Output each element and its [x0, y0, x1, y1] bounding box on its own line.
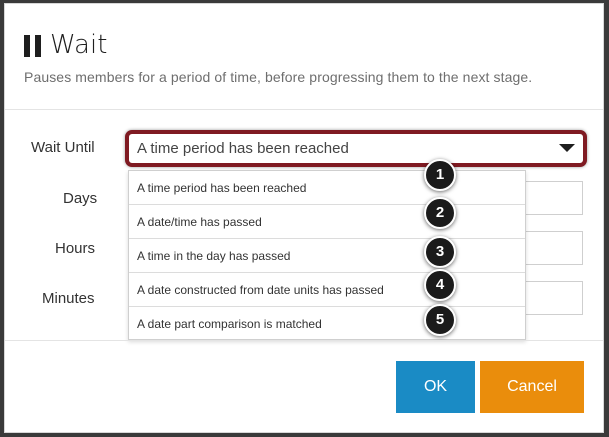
wait-until-dropdown: A time period has been reached A date/ti…: [128, 170, 526, 340]
wait-dialog: Wait Pauses members for a period of time…: [4, 3, 604, 433]
dialog-header: Wait Pauses members for a period of time…: [5, 4, 603, 110]
dropdown-option[interactable]: A time period has been reached: [129, 171, 525, 205]
callout-badge: 2: [424, 197, 456, 229]
title-row: Wait: [24, 30, 107, 60]
ok-button[interactable]: OK: [396, 361, 475, 413]
callout-badge: 1: [424, 159, 456, 191]
dropdown-option[interactable]: A date part comparison is matched: [129, 307, 525, 341]
days-label: Days: [63, 190, 98, 207]
select-value: A time period has been reached: [137, 140, 349, 157]
dropdown-option[interactable]: A date/time has passed: [129, 205, 525, 239]
days-input[interactable]: [521, 181, 583, 215]
hours-input[interactable]: [521, 231, 583, 265]
hours-label: Hours: [55, 240, 96, 257]
dialog-title: Wait: [50, 30, 108, 60]
dialog-subtitle: Pauses members for a period of time, bef…: [24, 69, 533, 85]
wait-until-label: Wait Until: [31, 139, 95, 156]
minutes-label: Minutes: [42, 290, 95, 307]
callout-badge: 5: [424, 304, 456, 336]
callout-badge: 4: [424, 269, 456, 301]
chevron-down-icon[interactable]: [559, 144, 575, 152]
footer-divider: [5, 340, 603, 341]
dropdown-option[interactable]: A date constructed from date units has p…: [129, 273, 525, 307]
minutes-input[interactable]: [521, 281, 583, 315]
callout-badge: 3: [424, 236, 456, 268]
wait-until-select[interactable]: A time period has been reached: [125, 130, 587, 167]
cancel-button[interactable]: Cancel: [480, 361, 584, 413]
pause-icon: [24, 35, 41, 57]
dropdown-option[interactable]: A time in the day has passed: [129, 239, 525, 273]
